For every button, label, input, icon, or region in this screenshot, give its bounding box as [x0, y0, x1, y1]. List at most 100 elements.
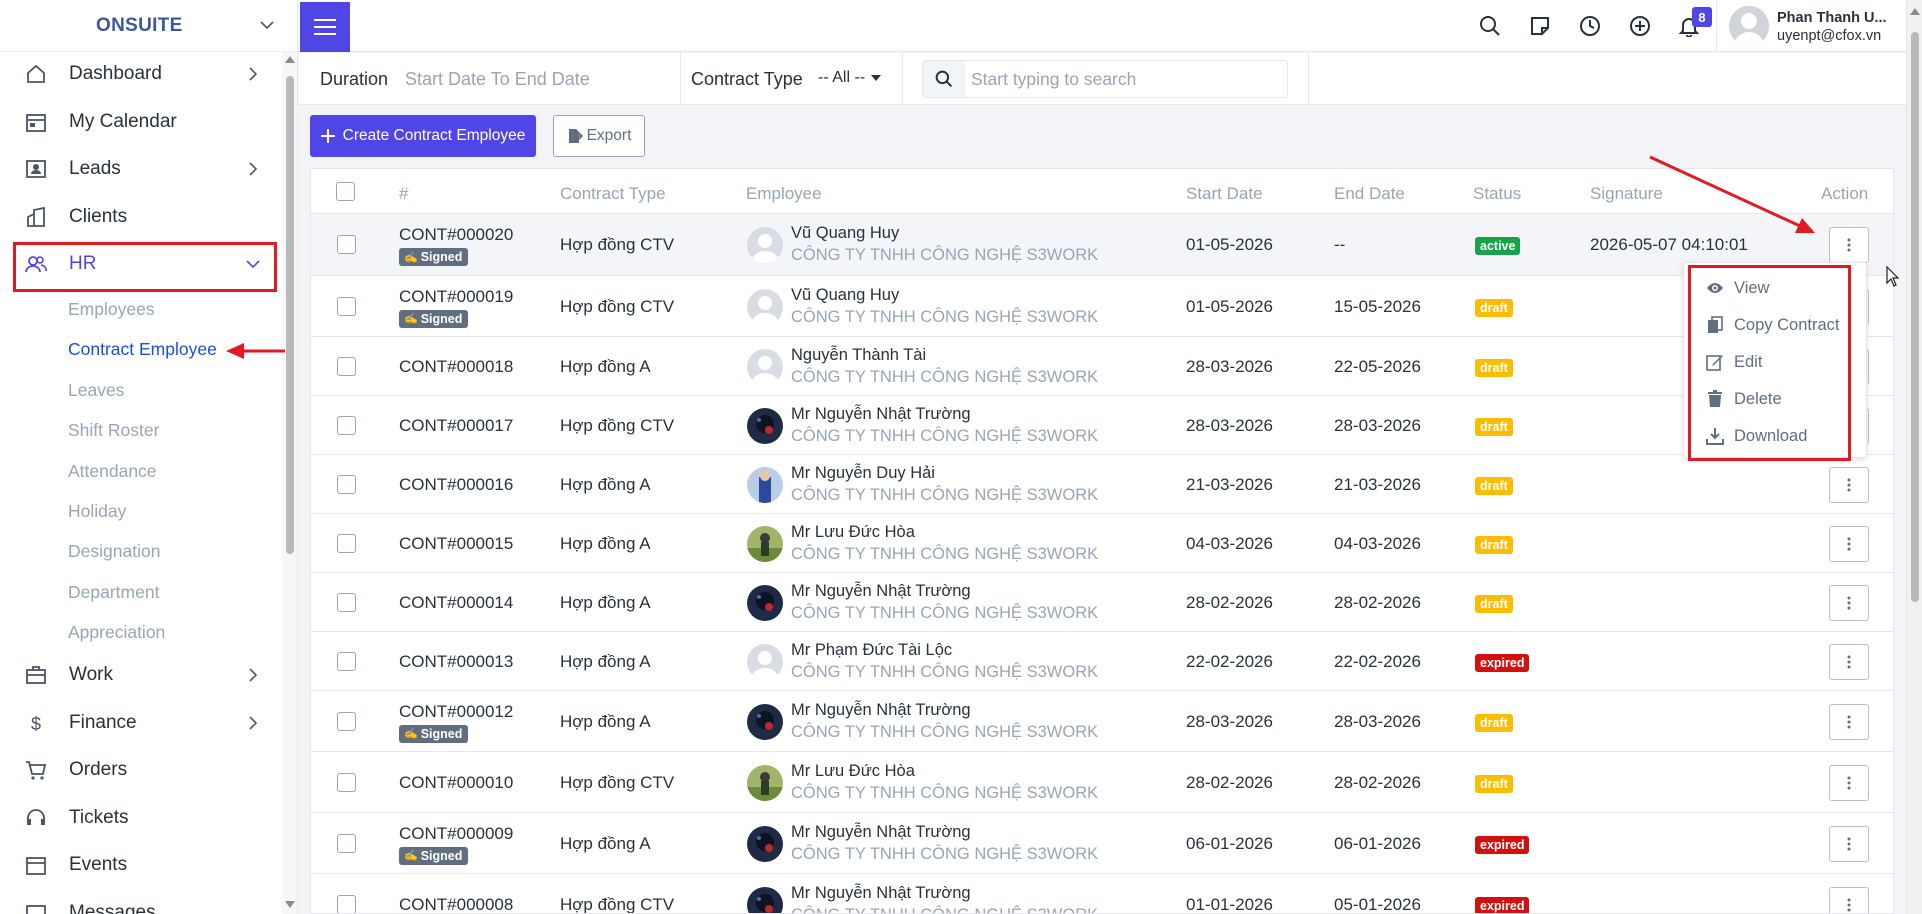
search-icon[interactable] [1479, 15, 1501, 37]
row-checkbox[interactable] [337, 651, 356, 671]
employee-name[interactable]: Vũ Quang Huy [791, 286, 899, 305]
contract-id[interactable]: CONT#000019 [399, 287, 513, 307]
chevron-down-icon[interactable] [258, 16, 276, 34]
scrollbar-thumb[interactable] [1911, 32, 1919, 602]
sidebar-item-my-calendar[interactable]: My Calendar [0, 98, 282, 146]
row-action-button[interactable] [1829, 584, 1869, 621]
column-header-contract-type[interactable]: Contract Type [560, 184, 666, 204]
table-row[interactable]: CONT#000012 ✍ Signed Hợp đồng A Mr Nguyễn Nh… [311, 691, 1893, 752]
row-checkbox[interactable] [337, 533, 356, 553]
table-row[interactable]: CONT#000010 Hợp đồng CTV Mr Lưu Đức Hòa CÔN… [311, 752, 1893, 813]
contract-id[interactable]: CONT#000008 [399, 895, 513, 913]
employee-name[interactable]: Mr Nguyễn Nhật Trường [791, 823, 971, 842]
hr-subitem-employees[interactable]: Employees [68, 299, 155, 320]
hr-subitem-holiday[interactable]: Holiday [68, 501, 126, 522]
contract-id[interactable]: CONT#000013 [399, 652, 513, 672]
row-checkbox[interactable] [337, 415, 356, 435]
contract-id[interactable]: CONT#000017 [399, 416, 513, 436]
table-row[interactable]: CONT#000018 Hợp đồng A Nguyễn Thành Tài CÔN… [311, 337, 1893, 396]
hr-subitem-designation[interactable]: Designation [68, 541, 160, 562]
search-input[interactable] [971, 67, 1271, 91]
user-menu[interactable]: Phan Thanh U... uyenpt@cfox.vn [1716, 0, 1908, 52]
employee-name[interactable]: Mr Lưu Đức Hòa [791, 523, 915, 542]
table-row[interactable]: CONT#000015 Hợp đồng A Mr Lưu Đức Hòa CÔNG … [311, 514, 1893, 573]
row-action-button[interactable] [1829, 227, 1869, 263]
employee-name[interactable]: Mr Lưu Đức Hòa [791, 762, 915, 781]
table-row[interactable]: CONT#000019 ✍ Signed Hợp đồng CTV Vũ Quang H… [311, 276, 1893, 337]
employee-name[interactable]: Mr Nguyễn Nhật Trường [791, 884, 971, 903]
contract-id[interactable]: CONT#000012 [399, 702, 513, 722]
sidebar-item-messages[interactable]: Messages [0, 889, 282, 914]
contract-id[interactable]: CONT#000016 [399, 475, 513, 495]
scroll-up-icon[interactable] [1910, 8, 1920, 15]
row-action-button[interactable] [1829, 764, 1869, 801]
add-circle-icon[interactable] [1629, 15, 1651, 37]
column-header-end-date[interactable]: End Date [1334, 184, 1405, 204]
row-checkbox[interactable] [337, 296, 356, 316]
hr-subitem-department[interactable]: Department [68, 582, 159, 603]
employee-name[interactable]: Mr Nguyễn Duy Hải [791, 464, 935, 483]
row-action-button[interactable] [1829, 466, 1869, 503]
row-action-button[interactable] [1829, 703, 1869, 740]
row-action-button[interactable] [1829, 887, 1869, 913]
employee-name[interactable]: Mr Phạm Đức Tài Lộc [791, 641, 952, 660]
sidebar-item-dashboard[interactable]: Dashboard [0, 50, 282, 98]
row-checkbox[interactable] [337, 356, 356, 376]
row-checkbox[interactable] [337, 474, 356, 494]
employee-name[interactable]: Mr Nguyễn Nhật Trường [791, 701, 971, 720]
hr-subitem-attendance[interactable]: Attendance [68, 461, 157, 482]
sidebar-item-leads[interactable]: Leads [0, 145, 282, 193]
employee-name[interactable]: Mr Nguyễn Nhật Trường [791, 405, 971, 424]
scroll-down-icon[interactable] [285, 901, 295, 908]
hr-subitem-leaves[interactable]: Leaves [68, 380, 124, 401]
sidebar-item-orders[interactable]: Orders [0, 746, 282, 794]
sidebar-item-work[interactable]: Work [0, 651, 282, 699]
contract-id[interactable]: CONT#000010 [399, 773, 513, 793]
sidebar-item-clients[interactable]: Clients [0, 193, 282, 241]
sidebar-item-finance[interactable]: $ Finance [0, 699, 282, 747]
contract-id[interactable]: CONT#000009 [399, 824, 513, 844]
scrollbar-thumb[interactable] [286, 76, 294, 554]
scroll-up-icon[interactable] [285, 56, 295, 63]
table-row[interactable]: CONT#000009 ✍ Signed Hợp đồng A Mr Nguyễn Nh… [311, 813, 1893, 874]
sticky-note-icon[interactable] [1529, 15, 1551, 37]
row-checkbox[interactable] [337, 772, 356, 792]
row-action-button[interactable] [1829, 643, 1869, 680]
table-row[interactable]: CONT#000008 Hợp đồng CTV Mr Nguyễn Nhật Tr… [311, 874, 1893, 913]
row-action-button[interactable] [1829, 525, 1869, 562]
contract-id[interactable]: CONT#000015 [399, 534, 513, 554]
create-contract-employee-button[interactable]: Create Contract Employee [310, 115, 536, 157]
select-all-checkbox[interactable] [336, 182, 355, 201]
duration-picker[interactable]: Start Date To End Date [405, 69, 590, 90]
employee-name[interactable]: Mr Nguyễn Nhật Trường [791, 582, 971, 601]
row-checkbox[interactable] [337, 711, 356, 731]
row-checkbox[interactable] [337, 592, 356, 612]
row-checkbox[interactable] [337, 833, 356, 853]
sidebar-scrollbar[interactable] [282, 52, 297, 914]
menu-toggle-button[interactable] [300, 2, 350, 52]
contract-id[interactable]: CONT#000018 [399, 357, 513, 377]
column-header-number[interactable]: # [399, 184, 408, 204]
table-row[interactable]: CONT#000014 Hợp đồng A Mr Nguyễn Nhật Trườ… [311, 573, 1893, 632]
row-checkbox[interactable] [337, 895, 356, 913]
contract-type-select[interactable]: -- All -- [818, 69, 882, 87]
row-checkbox[interactable] [337, 235, 356, 254]
page-scrollbar[interactable] [1906, 0, 1922, 914]
row-action-button[interactable] [1829, 825, 1869, 862]
column-header-status[interactable]: Status [1473, 184, 1521, 204]
hr-subitem-contract-employee[interactable]: Contract Employee [68, 339, 217, 360]
table-row[interactable]: CONT#000016 Hợp đồng A Mr Nguyễn Duy Hải CÔ… [311, 455, 1893, 514]
table-row[interactable]: CONT#000013 Hợp đồng A Mr Phạm Đức Tài Lộc… [311, 632, 1893, 691]
employee-name[interactable]: Nguyễn Thành Tài [791, 346, 926, 365]
contract-id[interactable]: CONT#000020 [399, 225, 513, 245]
sidebar-item-tickets[interactable]: Tickets [0, 794, 282, 842]
avatar[interactable] [1729, 6, 1769, 46]
column-header-signature[interactable]: Signature [1590, 184, 1663, 204]
column-header-start-date[interactable]: Start Date [1186, 184, 1263, 204]
brand-header[interactable]: ONSUITE [0, 0, 297, 52]
sidebar-item-events[interactable]: Events [0, 841, 282, 889]
column-header-employee[interactable]: Employee [746, 184, 822, 204]
employee-name[interactable]: Vũ Quang Huy [791, 224, 899, 243]
export-button[interactable]: Export [553, 115, 645, 157]
table-row[interactable]: CONT#000020 ✍ Signed Hợp đồng CTV Vũ Quang H… [311, 214, 1893, 276]
